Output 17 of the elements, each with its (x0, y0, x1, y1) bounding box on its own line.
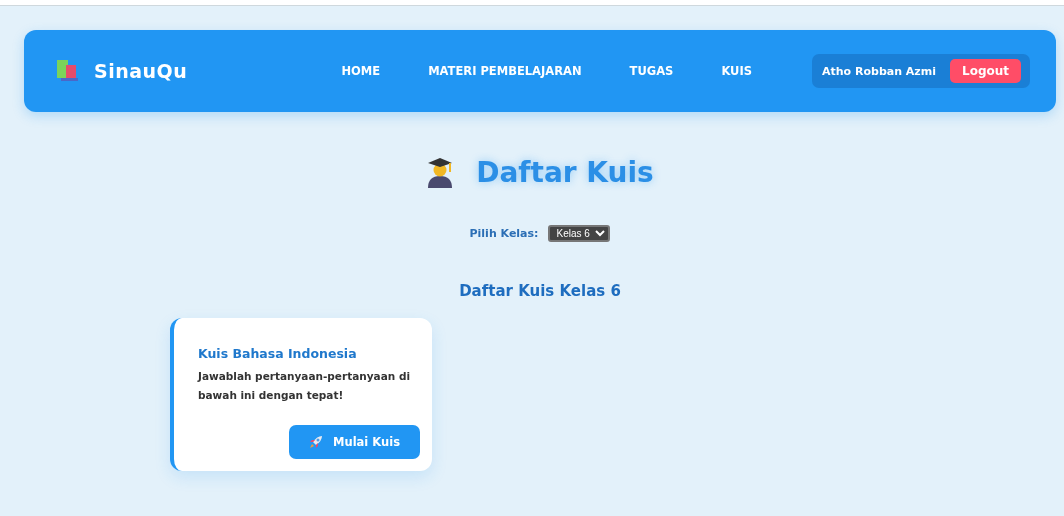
section-title: Daftar Kuis Kelas 6 (459, 282, 621, 300)
user-name: Atho Robban Azmi (822, 64, 936, 78)
class-select[interactable]: Kelas 6 (548, 225, 611, 242)
nav-link[interactable]: KUIS (697, 64, 776, 78)
brand-name: SinauQu (94, 60, 188, 82)
nav-link[interactable]: MATERI PEMBELAJARAN (404, 64, 606, 78)
logout-button[interactable]: Logout (950, 59, 1021, 83)
quiz-description: Jawablah pertanyaan-pertanyaan di bawah ini dengan tepat! (198, 369, 411, 403)
nav-link[interactable]: HOME (317, 64, 405, 78)
book-stack-icon (56, 60, 80, 82)
page-title: Daftar Kuis (476, 156, 654, 189)
graduate-icon (426, 157, 455, 188)
class-label: Pilih Kelas: (469, 227, 539, 240)
rocket-icon (309, 435, 324, 449)
nav-link[interactable]: TUGAS (605, 64, 698, 78)
quiz-title: Kuis Bahasa Indonesia (198, 346, 358, 361)
start-quiz-button[interactable]: Mulai Kuis (289, 425, 420, 459)
